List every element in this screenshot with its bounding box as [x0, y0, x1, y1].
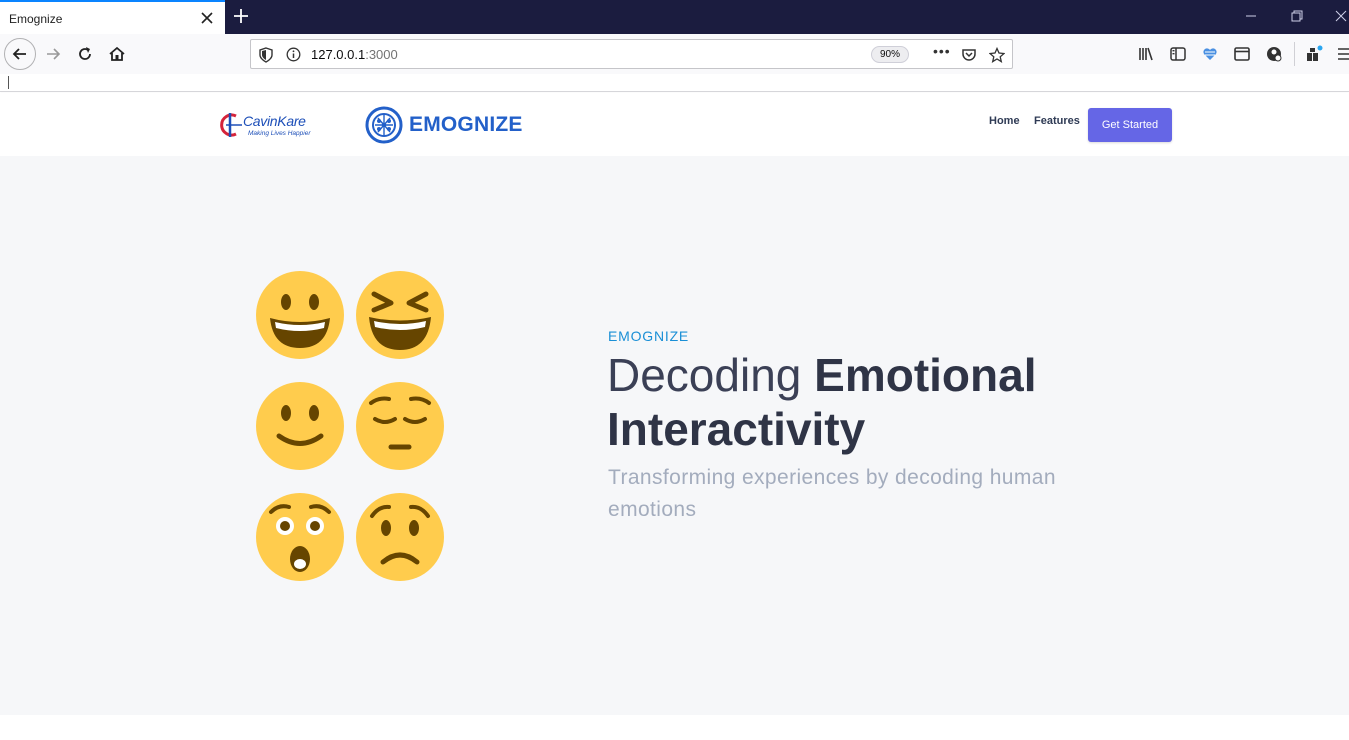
- url-bar[interactable]: 127.0.0.1:3000 90% •••: [250, 39, 1013, 69]
- forward-arrow-icon: [47, 48, 61, 60]
- restore-icon[interactable]: [1290, 9, 1304, 23]
- astonished-face-icon: [256, 493, 344, 581]
- cavinkare-logo[interactable]: CavinKare Making Lives Happier: [216, 108, 326, 142]
- close-window-icon[interactable]: [1334, 9, 1348, 23]
- hero-subtitle: Transforming experiences by decoding hum…: [608, 466, 1056, 521]
- browser-tab-bar: Emognize: [0, 0, 1349, 34]
- tab-title: Emognize: [9, 12, 63, 26]
- nav-home-link[interactable]: Home: [989, 115, 1020, 127]
- emognize-logo[interactable]: EMOGNIZE: [365, 106, 523, 144]
- extensions-icon[interactable]: [1305, 45, 1323, 63]
- pensive-face-icon: [356, 382, 444, 470]
- get-started-button[interactable]: Get Started: [1088, 108, 1172, 142]
- reload-button[interactable]: [70, 39, 100, 69]
- info-icon[interactable]: [286, 47, 301, 62]
- browser-toolbar: 127.0.0.1:3000 90% •••: [0, 34, 1349, 74]
- nav-features-link[interactable]: Features: [1034, 115, 1080, 127]
- url-port: :3000: [365, 47, 398, 62]
- extension-heart-icon[interactable]: [1201, 45, 1219, 63]
- pocket-icon[interactable]: [961, 47, 977, 63]
- home-button[interactable]: [102, 39, 132, 69]
- site-header: CavinKare Making Lives Happier EMOGNIZE …: [0, 93, 1349, 156]
- bookmark-star-icon[interactable]: [989, 47, 1005, 63]
- emognize-brain-icon: [365, 106, 403, 144]
- content-top-strip: [0, 74, 1349, 92]
- laughing-squinting-face-icon: [356, 271, 444, 359]
- back-arrow-icon: [12, 48, 26, 60]
- text-caret: [8, 76, 9, 89]
- worried-face-icon: [356, 493, 444, 581]
- browser-tab[interactable]: Emognize: [0, 0, 225, 34]
- zoom-indicator[interactable]: 90%: [871, 46, 910, 63]
- url-text[interactable]: 127.0.0.1:3000: [311, 47, 398, 62]
- cavinkare-tagline: Making Lives Happier: [248, 130, 311, 137]
- hero-title-light: Decoding: [607, 349, 815, 401]
- new-tab-icon[interactable]: [232, 7, 250, 25]
- window-icon[interactable]: [1233, 45, 1251, 63]
- shield-icon[interactable]: [259, 47, 273, 63]
- back-button[interactable]: [4, 38, 36, 70]
- more-actions-icon[interactable]: •••: [933, 43, 951, 59]
- hero-title: Decoding Emotional Interactivity: [607, 348, 1127, 456]
- menu-icon[interactable]: [1337, 45, 1349, 63]
- next-section-edge: [0, 715, 1349, 740]
- sidebar-icon[interactable]: [1169, 45, 1187, 63]
- cavinkare-wordmark: CavinKare: [243, 113, 306, 129]
- cavinkare-mark-icon: [220, 113, 242, 137]
- close-tab-icon[interactable]: [199, 10, 215, 26]
- hero-eyebrow: EMOGNIZE: [608, 328, 690, 344]
- account-icon[interactable]: [1265, 45, 1283, 63]
- reload-icon: [79, 47, 91, 60]
- home-icon: [109, 46, 125, 61]
- slightly-smiling-face-icon: [256, 382, 344, 470]
- minimize-icon[interactable]: [1244, 9, 1258, 23]
- forward-button[interactable]: [38, 39, 68, 69]
- grinning-face-icon: [256, 271, 344, 359]
- hero-section: EMOGNIZE Decoding Emotional Interactivit…: [0, 156, 1349, 715]
- url-host: 127.0.0.1: [311, 47, 366, 62]
- library-icon[interactable]: [1137, 45, 1155, 63]
- toolbar-divider: [1294, 42, 1295, 66]
- brand-name: EMOGNIZE: [409, 113, 523, 136]
